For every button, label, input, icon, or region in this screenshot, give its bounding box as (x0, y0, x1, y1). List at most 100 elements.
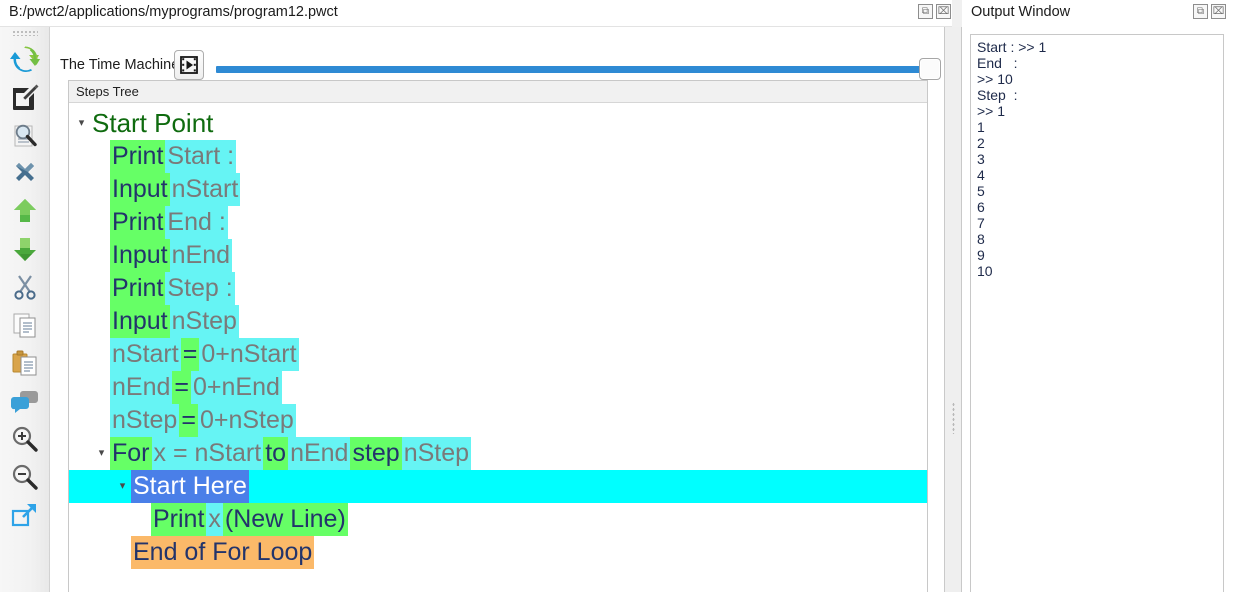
keyword-segment: Input (110, 173, 170, 206)
keyword-segment: Print (151, 503, 207, 536)
value-segment: nStep (401, 437, 472, 470)
output-line: >> 10 (977, 71, 1013, 87)
output-line: 7 (977, 215, 985, 231)
steps-tree-panel: Steps Tree ▾Start Point▾PrintStart :▾Inp… (68, 80, 928, 592)
output-line: 9 (977, 247, 985, 263)
output-line: Start : >> 1 (977, 39, 1047, 55)
keyword-segment: to (263, 437, 289, 470)
editor-restore-button[interactable]: ⧉ (918, 4, 933, 19)
output-line: 1 (977, 119, 985, 135)
tree-row[interactable]: ▾ Start Point (69, 107, 927, 140)
film-play-icon[interactable] (174, 50, 204, 80)
tree-row[interactable]: ▾InputnEnd (69, 239, 927, 272)
keyword-segment: Input (110, 305, 170, 338)
chevron-down-icon[interactable]: ▾ (73, 107, 90, 140)
value-segment: Start : (165, 140, 237, 173)
output-close-button[interactable]: ⌧ (1211, 4, 1226, 19)
value-segment: 0+nStart (199, 338, 299, 371)
output-restore-button[interactable]: ⧉ (1193, 4, 1208, 19)
keyword-segment: Input (110, 239, 170, 272)
value-segment: x = nStart (151, 437, 264, 470)
output-line: 4 (977, 167, 985, 183)
copy-icon[interactable] (0, 306, 50, 344)
keyword-segment: For (110, 437, 152, 470)
tree-row[interactable]: ▾PrintStart : (69, 140, 927, 173)
value-segment: nEnd (169, 239, 232, 272)
value-segment: 0+nStep (197, 404, 296, 437)
value-segment: nStart (110, 338, 181, 371)
value-segment: Step : (165, 272, 235, 305)
output-window-controls: ⧉ ⌧ (1193, 4, 1226, 19)
move-up-icon[interactable] (0, 192, 50, 230)
keyword-segment: step (350, 437, 402, 470)
output-text-area[interactable]: Start : >> 1 End : >> 10 Step : >> 112345678… (970, 34, 1224, 592)
value-segment: End : (165, 206, 228, 239)
steps-tree-body[interactable]: ▾Start Point▾PrintStart :▾InputnStart▾Pr… (69, 103, 927, 592)
value-segment: nStep (169, 305, 239, 338)
selected-step-label: Start Here (131, 470, 249, 503)
search-doc-icon[interactable] (0, 116, 50, 154)
keyword-segment: = (180, 338, 200, 371)
tree-row[interactable]: ▾End of For Loop (69, 536, 927, 569)
tree-row[interactable]: ▾InputnStep (69, 305, 927, 338)
output-line: >> 1 (977, 103, 1006, 119)
keyword-segment: (New Line) (222, 503, 348, 536)
end-loop-label: End of For Loop (131, 536, 315, 569)
output-line: 3 (977, 151, 985, 167)
keyword-segment: Print (110, 272, 166, 305)
output-line: 6 (977, 199, 985, 215)
keyword-segment: Print (110, 206, 166, 239)
editor-close-button[interactable]: ⌧ (936, 4, 951, 19)
keyword-segment: = (179, 404, 198, 437)
output-line: 5 (977, 183, 985, 199)
file-path-label: B:/pwct2/applications/myprograms/program… (9, 4, 338, 20)
tree-row[interactable]: ▾nEnd=0+nEnd (69, 371, 927, 404)
time-machine-label: The Time Machine (60, 57, 180, 73)
tree-row[interactable]: ▾ For x = nStart to nEnd step nStep (69, 437, 927, 470)
output-line: 8 (977, 231, 985, 247)
keyword-segment: Print (110, 140, 166, 173)
expand-icon[interactable] (0, 496, 50, 534)
value-segment: nEnd (110, 371, 173, 404)
editor-window-controls: ⧉ ⌧ (918, 4, 951, 19)
zoom-in-icon[interactable] (0, 420, 50, 458)
value-segment: nStep (110, 404, 180, 437)
chevron-down-icon[interactable]: ▾ (93, 437, 110, 470)
output-window-title: Output Window (971, 4, 1071, 20)
value-segment: 0+nEnd (191, 371, 282, 404)
tree-row[interactable]: ▾nStart=0+nStart (69, 338, 927, 371)
paste-icon[interactable] (0, 344, 50, 382)
output-line: Step : (977, 87, 1018, 103)
output-line: End : (977, 55, 1018, 71)
zoom-out-icon[interactable] (0, 458, 50, 496)
output-window: Output Window ⧉ ⌧ Start : >> 1 End : >> 10… (962, 0, 1233, 592)
tree-row[interactable]: ▾ Start Here (69, 470, 927, 503)
slider-handle[interactable] (919, 58, 941, 80)
program-editor-window: B:/pwct2/applications/myprograms/program… (0, 0, 962, 592)
delete-icon[interactable] (0, 154, 50, 192)
comment-icon[interactable] (0, 382, 50, 420)
root-step-label: Start Point (92, 108, 214, 138)
output-line: 10 (977, 263, 993, 279)
value-segment: nEnd (288, 437, 351, 470)
sync-icon[interactable] (0, 40, 50, 78)
time-machine-slider[interactable] (216, 58, 941, 80)
application-window: B:/pwct2/applications/myprograms/program… (0, 0, 1233, 592)
cut-icon[interactable] (0, 268, 50, 306)
value-segment: x (206, 503, 223, 536)
tree-row[interactable]: ▾PrintStep : (69, 272, 927, 305)
move-down-icon[interactable] (0, 230, 50, 268)
rail-grip-handle[interactable] (11, 30, 38, 36)
keyword-segment: = (172, 371, 191, 404)
tree-row[interactable]: ▾PrintEnd : (69, 206, 927, 239)
value-segment: nStart (169, 173, 241, 206)
tree-row[interactable]: ▾Printx(New Line) (69, 503, 927, 536)
edit-icon[interactable] (0, 78, 50, 116)
output-line: 2 (977, 135, 985, 151)
tree-row[interactable]: ▾InputnStart (69, 173, 927, 206)
slider-track (216, 66, 941, 73)
tree-row[interactable]: ▾nStep=0+nStep (69, 404, 927, 437)
steps-tree-header: Steps Tree (69, 81, 927, 103)
panel-splitter[interactable] (944, 27, 962, 592)
chevron-down-icon[interactable]: ▾ (114, 470, 131, 503)
